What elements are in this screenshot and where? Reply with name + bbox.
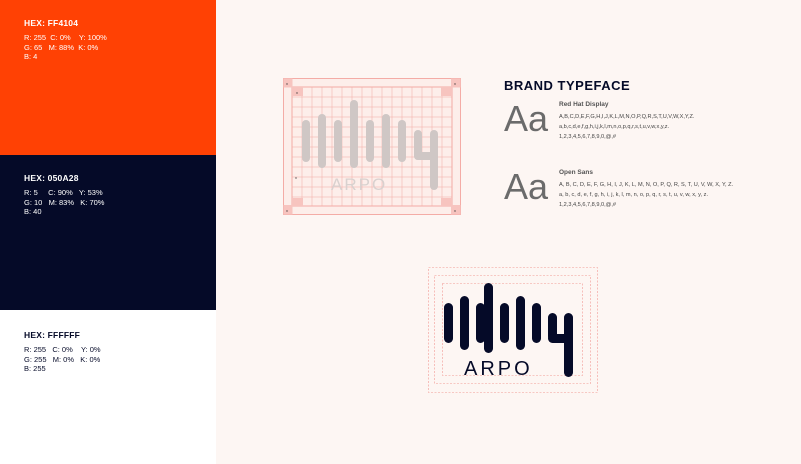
swatch-values-1: R: 5 C: 90% Y: 53% bbox=[24, 188, 103, 197]
swatch-navy: HEX: 050A28 R: 5 C: 90% Y: 53% G: 10 M: … bbox=[0, 155, 216, 310]
swatch-values-1: R: 255 C: 0% Y: 100% bbox=[24, 33, 107, 42]
swatch-values-1: R: 255 C: 0% Y: 0% bbox=[24, 345, 101, 354]
swatch-orange: HEX: FF4104 R: 255 C: 0% Y: 100% G: 65 M… bbox=[0, 0, 216, 155]
typeface-name: Red Hat Display bbox=[559, 101, 609, 108]
typeface-numerals: 1,2,3,4,5,6,7,8,9,0,@,# bbox=[559, 202, 616, 208]
swatch-values-2: G: 65 M: 88% K: 0% bbox=[24, 42, 99, 52]
typeface-lowercase: a,b,c,d,e,f,g,h,i,j,k,l,m,n,o,p,q,r,s,t,… bbox=[559, 124, 670, 130]
swatch-hex: HEX: FF4104 bbox=[24, 18, 79, 28]
logo-construction-grid: x x x x x x ARPO bbox=[283, 78, 461, 215]
typeface-row-red-hat: Aa Red Hat Display A,B,C,D,E,F,G,H,I,J,K… bbox=[504, 98, 794, 169]
swatch-white: HEX: FFFFFF R: 255 C: 0% Y: 0% G: 255 M:… bbox=[0, 310, 216, 464]
grid-svg: x x x x x x ARPO bbox=[283, 78, 461, 215]
swatch-hex: HEX: 050A28 bbox=[24, 173, 79, 183]
logo-svg: ARPO bbox=[428, 267, 598, 393]
typeface-sample: Aa bbox=[504, 98, 549, 139]
swatch-values-3: B: 40 bbox=[24, 207, 42, 216]
grid-mark: x bbox=[296, 90, 298, 95]
typeface-numerals: 1,2,3,4,5,6,7,8,9,0,@,# bbox=[559, 134, 616, 140]
grid-mark: x bbox=[286, 208, 288, 213]
typeface-name: Open Sans bbox=[559, 169, 593, 176]
logo-clearspace: ARPO bbox=[428, 267, 598, 393]
logo-wordmark: ARPO bbox=[464, 358, 533, 380]
grid-mark: x bbox=[295, 175, 297, 180]
typeface-sample: Aa bbox=[504, 166, 549, 207]
swatch-values-2: G: 10 M: 83% K: 70% bbox=[24, 197, 105, 207]
grid-mark: x bbox=[286, 81, 288, 86]
typeface-lowercase: a, b, c, d, e, f, g, h, i, j, k, l, m, n… bbox=[559, 192, 709, 198]
grid-mark: x bbox=[454, 208, 456, 213]
swatch-hex: HEX: FFFFFF bbox=[24, 330, 81, 340]
grid-mark: x bbox=[454, 81, 456, 86]
swatch-values-3: B: 255 bbox=[24, 364, 46, 373]
typeface-row-open-sans: Aa Open Sans A, B, C, D, E, F, G, H, I, … bbox=[504, 166, 794, 237]
typeface-uppercase: A,B,C,D,E,F,G,H,I,J,K,L,M,N,O,P,Q,R,S,T,… bbox=[559, 114, 695, 120]
typeface-uppercase: A, B, C, D, E, F, G, H, I, J, K, L, M, N… bbox=[559, 182, 734, 188]
typeface-title: BRAND TYPEFACE bbox=[504, 78, 631, 93]
swatch-values-3: B: 4 bbox=[24, 52, 38, 61]
swatch-values-2: G: 255 M: 0% K: 0% bbox=[24, 354, 101, 364]
grid-wordmark: ARPO bbox=[331, 175, 387, 194]
brand-typeface-section: BRAND TYPEFACE Aa Red Hat Display A,B,C,… bbox=[504, 78, 794, 237]
